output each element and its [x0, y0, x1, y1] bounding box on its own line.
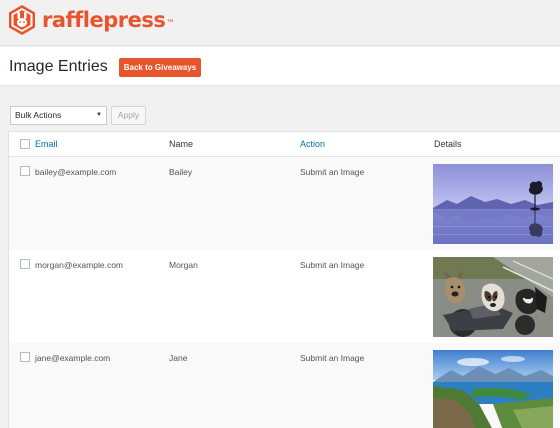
page-header: Image Entries Back to Giveaways: [0, 47, 560, 86]
trademark-symbol: ™: [166, 18, 174, 26]
page-title: Image Entries: [9, 58, 108, 75]
column-header-name: Name: [169, 139, 194, 149]
dogs-on-scooter-photo[interactable]: [433, 257, 553, 337]
entry-name: Morgan: [169, 260, 198, 270]
column-header-email[interactable]: Email: [35, 139, 58, 149]
rafflepress-logo[interactable]: rafflepress ™: [6, 4, 173, 36]
entry-action: Submit an Image: [300, 353, 365, 363]
entry-name: Bailey: [169, 167, 193, 177]
row-checkbox[interactable]: [20, 352, 30, 362]
rafflepress-mascot-icon: [9, 5, 35, 35]
table-header: Email Name Action Details: [9, 132, 560, 157]
entry-email: bailey@example.com: [35, 167, 117, 177]
table-row: morgan@example.com Morgan Submit an Imag…: [9, 250, 560, 343]
mountain-lake-photo[interactable]: [433, 350, 553, 428]
back-to-giveaways-button[interactable]: Back to Giveaways: [119, 58, 201, 77]
table-row: bailey@example.com Bailey Submit an Imag…: [9, 157, 560, 250]
table-row: jane@example.com Jane Submit an Image: [9, 343, 560, 428]
column-header-details: Details: [434, 139, 462, 149]
row-checkbox[interactable]: [20, 166, 30, 176]
entry-action: Submit an Image: [300, 260, 365, 270]
bulk-actions-selected-value: Bulk Actions: [15, 110, 62, 120]
entry-name: Jane: [169, 353, 188, 363]
brand-name: rafflepress: [42, 7, 166, 32]
apply-button[interactable]: Apply: [111, 106, 146, 125]
lake-reflection-photo[interactable]: [433, 164, 553, 244]
column-header-action[interactable]: Action: [300, 139, 325, 149]
entry-action: Submit an Image: [300, 167, 365, 177]
brand-bar: rafflepress ™: [0, 0, 560, 46]
select-all-checkbox[interactable]: [20, 139, 30, 149]
entry-email: morgan@example.com: [35, 260, 123, 270]
dropdown-arrow-icon: ▼: [96, 112, 102, 118]
entries-table: Email Name Action Details bailey@example…: [8, 131, 560, 428]
entry-email: jane@example.com: [35, 353, 111, 363]
row-checkbox[interactable]: [20, 259, 30, 269]
bulk-actions-select[interactable]: Bulk Actions ▼: [10, 106, 107, 125]
